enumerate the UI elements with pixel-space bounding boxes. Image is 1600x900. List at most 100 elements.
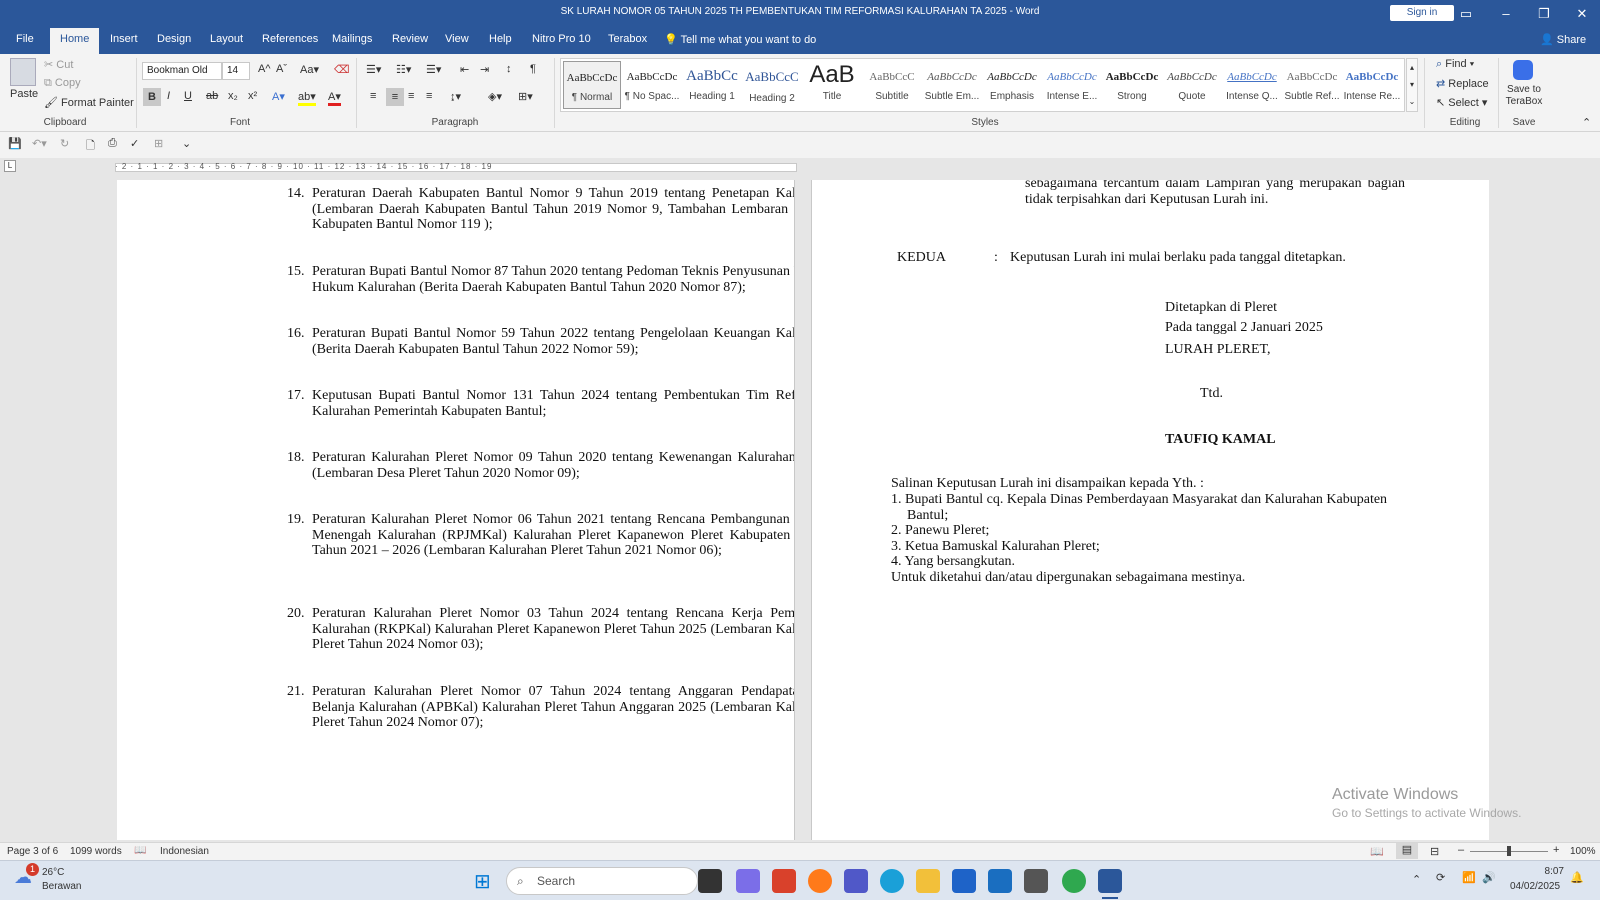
read-mode-icon[interactable]: 📖 <box>1370 845 1384 858</box>
web-layout-icon[interactable]: ⊟ <box>1430 845 1439 858</box>
chevron-up-icon[interactable]: ⌃ <box>1412 873 1421 886</box>
font-name-dropdown[interactable]: Bookman Old <box>142 62 222 80</box>
style-emphasis[interactable]: AaBbCcDc Emphasis <box>983 61 1041 109</box>
language-indicator[interactable]: Indonesian <box>160 846 209 857</box>
new-document-icon[interactable]: 🗋 <box>86 137 95 156</box>
replace-button[interactable]: ⇄ Replace <box>1436 77 1489 90</box>
underline-icon[interactable]: U <box>184 90 192 102</box>
highlight-icon[interactable]: ab▾ <box>298 90 316 106</box>
tab-review[interactable]: Review <box>392 33 428 45</box>
microsoft-store-icon[interactable] <box>952 869 976 893</box>
undo-icon[interactable]: ↶▾ <box>32 137 47 150</box>
format-painter-button[interactable]: 🖌 Format Painter <box>44 96 134 109</box>
tab-mailings[interactable]: Mailings <box>332 33 372 45</box>
clock-time[interactable]: 8:07 <box>1524 866 1564 877</box>
copilot-icon[interactable] <box>736 869 760 893</box>
tab-help[interactable]: Help <box>489 33 512 45</box>
font-size-dropdown[interactable]: 14 <box>222 62 250 80</box>
clear-formatting-icon[interactable]: ⌫ <box>334 63 350 76</box>
style-normal[interactable]: AaBbCcDc ¶ Normal <box>563 61 621 109</box>
chrome-icon[interactable] <box>1062 869 1086 893</box>
firefox-icon[interactable] <box>808 869 832 893</box>
bold-icon[interactable]: B <box>143 88 161 106</box>
tab-insert[interactable]: Insert <box>110 33 138 45</box>
styles-scroll-icon[interactable]: ▴ ▾ ⌄ <box>1406 58 1418 112</box>
borders-icon[interactable]: ⊞▾ <box>518 90 533 103</box>
subscript-icon[interactable]: x₂ <box>228 90 238 102</box>
tab-selector-icon[interactable]: L <box>4 160 16 172</box>
line-spacing-icon[interactable]: ↨▾ <box>450 90 461 103</box>
shrink-font-icon[interactable]: Aˇ <box>276 63 287 75</box>
style-quote[interactable]: AaBbCcDc Quote <box>1163 61 1221 109</box>
horizontal-ruler[interactable]: L · 2 · 1 · 1 · 2 · 3 · 4 · 5 · 6 · 7 · … <box>0 158 1600 176</box>
align-left-icon[interactable]: ≡ <box>370 90 376 102</box>
tab-references[interactable]: References <box>262 33 318 45</box>
sort-icon[interactable]: ↕ <box>506 63 512 75</box>
restore-button[interactable]: ❐ <box>1526 3 1562 25</box>
align-center-icon[interactable]: ≡ <box>386 88 404 106</box>
close-button[interactable]: ✕ <box>1564 3 1600 25</box>
spelling-icon[interactable]: ✓ <box>130 137 139 150</box>
strikethrough-icon[interactable]: ab <box>206 90 218 102</box>
increase-indent-icon[interactable]: ⇥ <box>480 63 489 76</box>
zoom-level[interactable]: 100% <box>1570 846 1596 857</box>
tab-file[interactable]: File <box>16 33 34 45</box>
minimize-button[interactable]: – <box>1488 3 1524 25</box>
bullets-icon[interactable]: ☰▾ <box>366 63 381 76</box>
tab-nitro[interactable]: Nitro Pro 10 <box>532 33 591 45</box>
terabox-icon[interactable] <box>1513 60 1533 80</box>
superscript-icon[interactable]: x² <box>248 90 257 102</box>
customize-toolbar-icon[interactable]: ⌄ <box>182 137 191 150</box>
grow-font-icon[interactable]: A^ <box>258 63 271 75</box>
ribbon-display-icon[interactable]: ▭ <box>1448 3 1484 25</box>
italic-icon[interactable]: I <box>167 90 170 102</box>
temperature[interactable]: 26°C <box>42 867 64 878</box>
document-page-left[interactable]: 14. Peraturan Daerah Kabupaten Bantul Nom… <box>117 180 795 840</box>
zoom-out-icon[interactable]: – <box>1458 844 1464 856</box>
taskbar-search[interactable]: ⌕ Search <box>506 867 698 895</box>
tab-layout[interactable]: Layout <box>210 33 243 45</box>
tab-terabox[interactable]: Terabox <box>608 33 647 45</box>
word-icon[interactable] <box>1098 869 1122 893</box>
windows-start-icon[interactable]: ⊞ <box>474 869 491 894</box>
notification-bell-icon[interactable]: 🔔 <box>1570 871 1584 884</box>
weather-condition[interactable]: Berawan <box>42 881 81 892</box>
tab-home[interactable]: Home <box>50 28 100 54</box>
proofing-icon[interactable]: 📖 <box>134 845 146 856</box>
style-intense-reference[interactable]: AaBbCcDc Intense Re... <box>1343 61 1401 109</box>
clock-date[interactable]: 04/02/2025 <box>1510 881 1560 892</box>
collapse-ribbon-icon[interactable]: ⌃ <box>1582 116 1591 129</box>
style-intense-quote[interactable]: AaBbCcDc Intense Q... <box>1223 61 1281 109</box>
tab-view[interactable]: View <box>445 33 469 45</box>
style-intense-emphasis[interactable]: AaBbCcDc Intense E... <box>1043 61 1101 109</box>
print-preview-icon[interactable]: ⎙ <box>108 137 117 150</box>
text-effects-icon[interactable]: A▾ <box>272 90 285 103</box>
document-page-right[interactable]: sebagaimana tercantum dalam Lampiran yan… <box>811 180 1489 840</box>
file-explorer-icon[interactable] <box>916 869 940 893</box>
select-button[interactable]: ↖ Select ▾ <box>1436 96 1487 109</box>
copy-button[interactable]: ⧉ Copy <box>44 77 81 90</box>
cut-button[interactable]: ✂ Cut <box>44 58 73 71</box>
save-to-terabox-button[interactable]: Save to TeraBox <box>1502 84 1546 108</box>
draw-table-icon[interactable]: ⊞ <box>154 137 163 150</box>
style-subtle-emphasis[interactable]: AaBbCcDc Subtle Em... <box>923 61 981 109</box>
mail-icon[interactable] <box>988 869 1012 893</box>
redo-icon[interactable]: ↻ <box>60 137 69 150</box>
tell-me-search[interactable]: 💡 Tell me what you want to do <box>664 33 816 46</box>
share-button[interactable]: 👤 Share <box>1540 33 1586 46</box>
print-layout-icon[interactable]: ▤ <box>1396 843 1418 859</box>
style-subtitle[interactable]: AaBbCcC Subtitle <box>863 61 921 109</box>
task-view-icon[interactable] <box>698 869 722 893</box>
sign-in-button[interactable]: Sign in <box>1390 5 1454 21</box>
justify-icon[interactable]: ≡ <box>426 90 432 102</box>
page-count[interactable]: Page 3 of 6 <box>7 846 58 857</box>
paste-button[interactable]: Paste <box>10 88 38 100</box>
style-subtle-reference[interactable]: AaBbCcDc Subtle Ref... <box>1283 61 1341 109</box>
find-button[interactable]: ⌕ Find ▾ <box>1436 58 1474 71</box>
camera-icon[interactable] <box>1024 869 1048 893</box>
style-title[interactable]: AaB Title <box>803 61 861 109</box>
multilevel-list-icon[interactable]: ☰▾ <box>426 63 441 76</box>
shading-icon[interactable]: ◈▾ <box>488 90 502 103</box>
volume-icon[interactable]: 🔊 <box>1482 871 1496 884</box>
teams-icon[interactable] <box>844 869 868 893</box>
